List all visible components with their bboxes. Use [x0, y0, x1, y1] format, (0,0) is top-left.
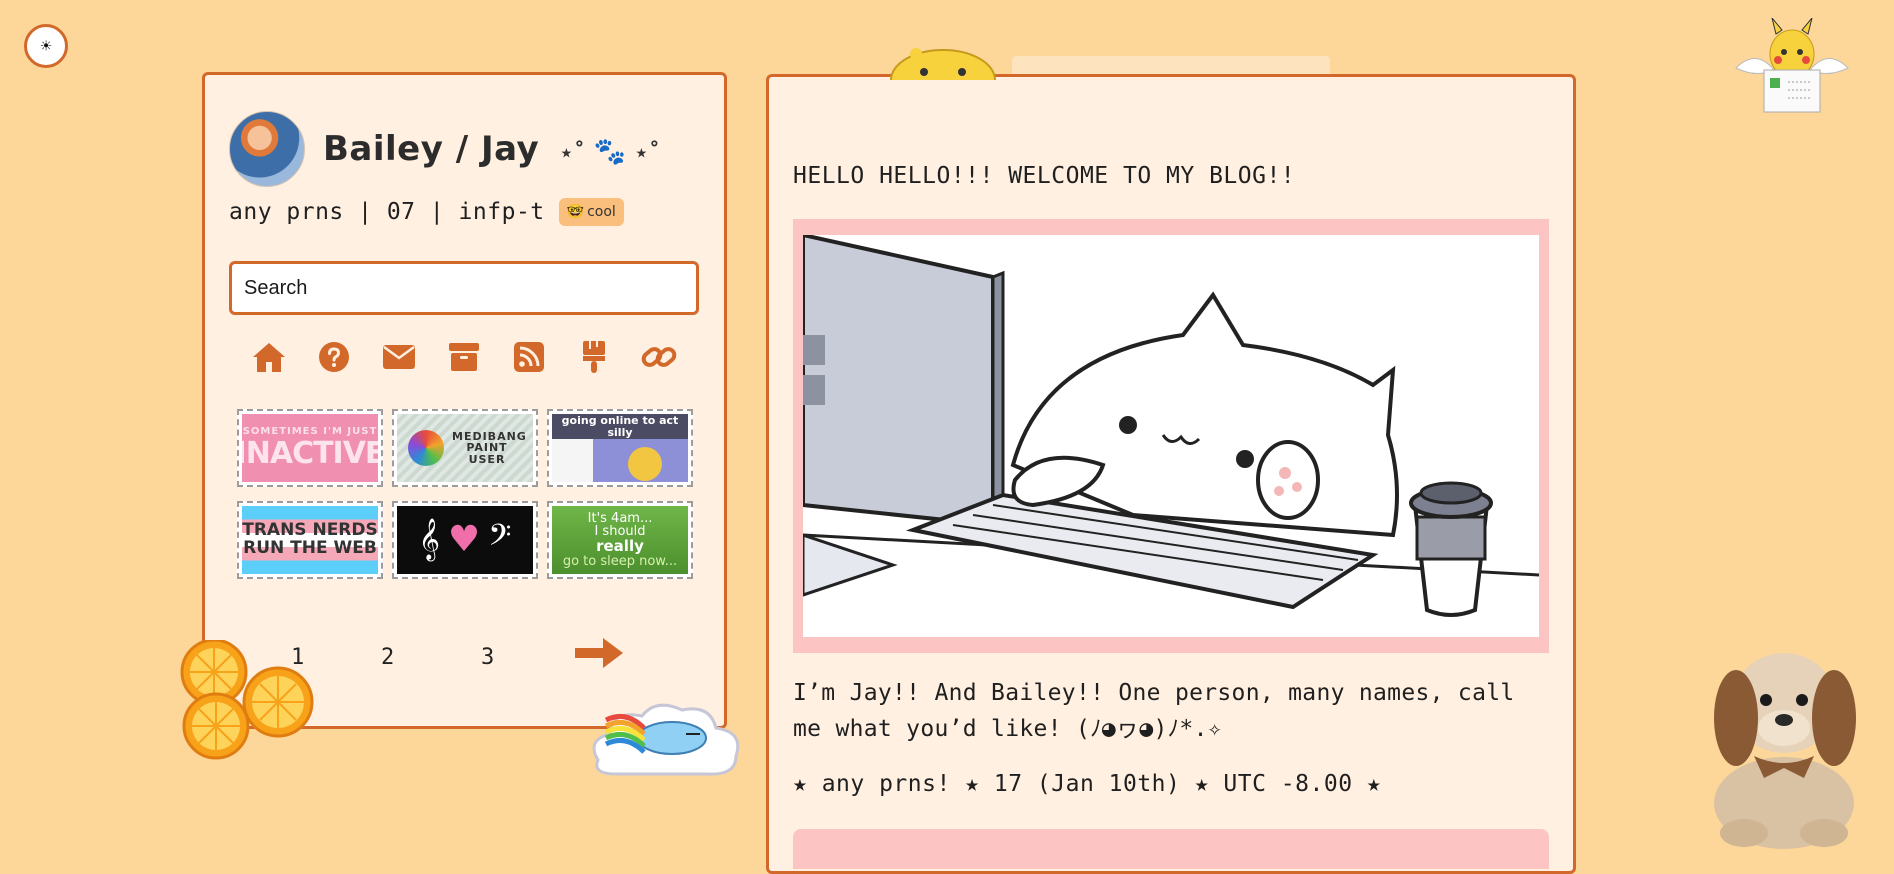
stamp-collection: SOMETIMES I'M JUST INACTIVE MEDIBANG PAI… [237, 409, 693, 579]
smiley-face-icon [628, 447, 662, 482]
theme-toggle-button[interactable]: ☀ [24, 24, 68, 68]
stamp-music-heart: 𝄞 ♥ 𝄢 [392, 501, 538, 579]
profile-header: Bailey / Jay ⋆˚ 🐾 ⋆˚ [229, 111, 660, 187]
stamp-4am-line1: It's 4am... [587, 510, 653, 526]
stamp-inactive-art: SOMETIMES I'M JUST INACTIVE [242, 414, 378, 482]
blog-panel: HELLO HELLO!!! WELCOME TO MY BLOG!! I’m … [766, 74, 1576, 874]
stamp-medibang-text: MEDIBANG PAINT USER [452, 429, 527, 466]
heart-icon: ♥ [447, 519, 481, 561]
link-icon[interactable] [639, 337, 679, 377]
stamp-music-heart-art: 𝄞 ♥ 𝄢 [397, 506, 533, 574]
stamp-4am: It's 4am... I should really go to sleep … [547, 501, 693, 579]
stamp-trans-line2: RUN THE WEB [243, 538, 377, 558]
bass-clef-icon: 𝄢 [488, 519, 512, 561]
stamp-trans-nerds-art: TRANS NERDS RUN THE WEB [242, 506, 378, 574]
paintbrush-icon[interactable] [574, 337, 614, 377]
search-input[interactable] [229, 261, 699, 315]
sun-icon: ☀ [40, 35, 52, 57]
sidebar-panel: Bailey / Jay ⋆˚ 🐾 ⋆˚ any prns | 07 | inf… [202, 72, 727, 729]
page-link-2[interactable]: 2 [381, 645, 394, 670]
profile-name-text: Bailey / Jay [323, 129, 540, 169]
stamp-act-silly-text: going online to act silly [552, 414, 688, 440]
bongo-cat-illustration [801, 232, 1540, 637]
nav-icon-bar [249, 337, 679, 377]
stamp-inactive: SOMETIMES I'M JUST INACTIVE [237, 409, 383, 487]
stamp-act-silly: going online to act silly [547, 409, 693, 487]
arrow-right-icon[interactable] [573, 635, 625, 671]
blog-stats: ★ any prns! ★ 17 (Jan 10th) ★ UTC -8.00 … [793, 771, 1382, 797]
nerd-face-icon: 🤓 [566, 204, 585, 220]
pikachu-peeking-sprite [888, 46, 998, 111]
stamp-medibang: MEDIBANG PAINT USER [392, 409, 538, 487]
cool-badge: 🤓 cool [558, 198, 624, 226]
stamp-4am-art: It's 4am... I should really go to sleep … [552, 506, 688, 574]
blog-heading: HELLO HELLO!!! WELCOME TO MY BLOG!! [793, 163, 1296, 189]
paw-prints-icon: 🐾 [593, 137, 627, 167]
question-circle-icon[interactable] [314, 337, 354, 377]
medibang-drop-icon [408, 430, 444, 466]
profile-info-text: any prns | 07 | infp-t [229, 199, 545, 225]
plush-puppy-decoration [1684, 628, 1884, 853]
profile-name: Bailey / Jay ⋆˚ 🐾 ⋆˚ [323, 129, 660, 169]
hero-image [801, 232, 1540, 637]
stamp-medibang-art: MEDIBANG PAINT USER [397, 414, 533, 482]
treble-clef-icon: 𝄞 [418, 519, 440, 561]
hero-image-frame [793, 219, 1549, 653]
page-link-3[interactable]: 3 [481, 645, 494, 670]
stamp-act-silly-art: going online to act silly [552, 414, 688, 482]
content-divider [793, 829, 1549, 869]
pikachu-mail-sprite [1726, 17, 1858, 122]
name-decor-right: ⋆˚ [634, 141, 661, 166]
profile-info: any prns | 07 | infp-t 🤓 cool [229, 198, 624, 226]
rainbow-dash-cloud-sprite [586, 680, 746, 790]
stamp-inactive-line2: INACTIVE [242, 435, 378, 471]
stamp-4am-line4: go to sleep now... [562, 553, 678, 569]
name-decor-left: ⋆˚ [559, 141, 586, 166]
rss-icon[interactable] [509, 337, 549, 377]
stamp-4am-line3: really [596, 536, 644, 555]
envelope-icon[interactable] [379, 337, 419, 377]
badge-label: cool [587, 204, 616, 220]
orange-slices-decoration [176, 638, 316, 764]
home-icon[interactable] [249, 337, 289, 377]
avatar [229, 111, 305, 187]
stamp-trans-nerds: TRANS NERDS RUN THE WEB [237, 501, 383, 579]
archive-box-icon[interactable] [444, 337, 484, 377]
name-decoration: ⋆˚ 🐾 ⋆˚ [559, 137, 661, 167]
blog-intro: I’m Jay!! And Bailey!! One person, many … [793, 680, 1515, 742]
